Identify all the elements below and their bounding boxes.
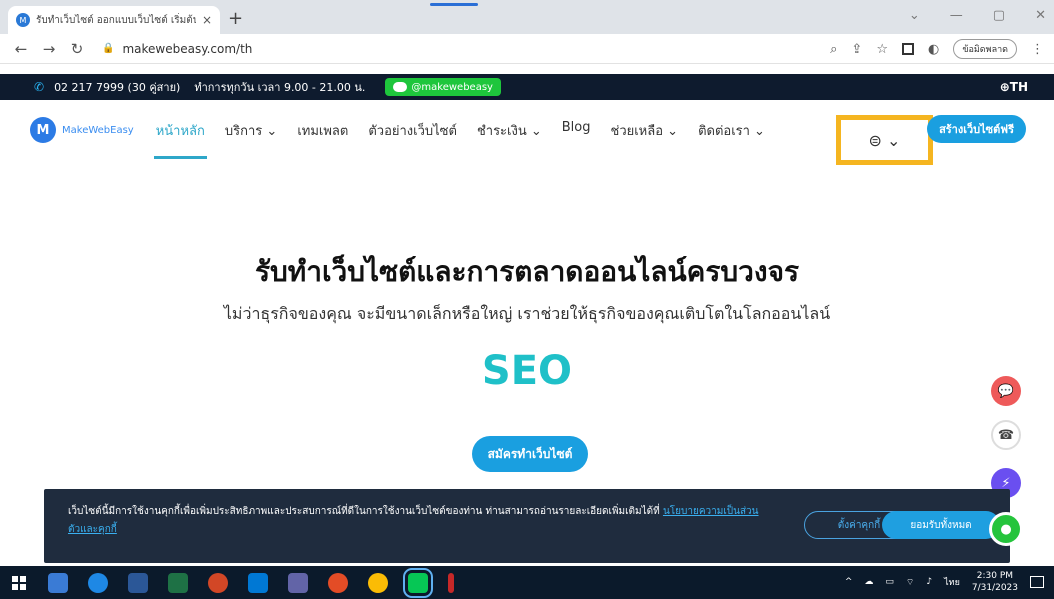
windows-start-icon[interactable]: [12, 575, 26, 590]
line-chat-float-icon[interactable]: ●: [989, 512, 1023, 546]
maximize-icon[interactable]: ▢: [993, 8, 1005, 23]
chrome-alt-icon[interactable]: [328, 572, 348, 593]
line-id: @makewebeasy: [411, 81, 493, 93]
cookie-consent-banner: เว็บไซต์นี้มีการใช้งานคุกกี้เพื่อเพิ่มปร…: [44, 489, 1010, 563]
chat-icon[interactable]: 💬: [991, 376, 1021, 406]
hero-highlight: SEO: [481, 348, 573, 394]
logo-mark-icon: M: [30, 117, 56, 143]
tray-chevron-icon[interactable]: ^: [845, 577, 853, 587]
back-arrow-icon[interactable]: ←: [14, 40, 28, 58]
browser-tab-bar: M รับทำเว็บไซต์ ออกแบบเว็บไซต์ เริ่มต้น …: [0, 0, 1054, 34]
wifi-icon[interactable]: ⌔: [906, 577, 914, 588]
teams-icon[interactable]: [288, 572, 308, 593]
phone-number[interactable]: 02 217 7999 (30 คู่สาย): [54, 78, 180, 96]
system-tray: ^ ☁ ▭ ⌔ ♪ ไทย 2:30 PM 7/31/2023: [845, 570, 1044, 594]
excel-icon[interactable]: [168, 572, 188, 593]
nav-item-templates[interactable]: เทมเพลต: [297, 120, 348, 141]
hero-subtitle: ไม่ว่าธุรกิจของคุณ จะมีขนาดเล็กหรือใหญ่ …: [223, 304, 831, 323]
user-account-icon: ⊜ ⌄: [868, 130, 901, 150]
cookie-message-text: เว็บไซต์นี้มีการใช้งานคุกกี้เพื่อเพิ่มปร…: [68, 506, 660, 517]
new-tab-button[interactable]: +: [228, 8, 243, 29]
bookmark-star-icon[interactable]: ☆: [876, 42, 888, 57]
create-website-free-button[interactable]: สร้างเว็บไซต์ฟรี: [927, 115, 1026, 143]
address-bar: ← → ↻ 🔒 makewebeasy.com/th ⌕ ⇪ ☆ ◐ ข้อมิ…: [0, 34, 1054, 64]
site-top-strip: ✆ 02 217 7999 (30 คู่สาย) ทำการทุกวัน เว…: [0, 74, 1054, 100]
windows-taskbar: ^ ☁ ▭ ⌔ ♪ ไทย 2:30 PM 7/31/2023: [0, 566, 1054, 599]
file-explorer-icon[interactable]: [48, 572, 68, 593]
signup-website-button[interactable]: สมัครทำเว็บไซต์: [472, 436, 588, 472]
nav-item-contact[interactable]: ติดต่อเรา ⌄: [698, 120, 765, 141]
accept-all-cookies-button[interactable]: ยอมรับทั้งหมด: [882, 511, 1000, 539]
tab-title: รับทำเว็บไซต์ ออกแบบเว็บไซต์ เริ่มต้น: [36, 14, 196, 26]
nav-item-blog[interactable]: Blog: [562, 120, 591, 141]
url-text: makewebeasy.com/th: [122, 41, 253, 56]
site-navigation: M MakeWebEasy หน้าหลัก บริการ ⌄ เทมเพลต …: [0, 100, 1054, 165]
battery-icon[interactable]: ▭: [885, 577, 894, 587]
language-switcher[interactable]: ⊕TH: [1000, 80, 1028, 94]
address-bar-actions: ⌕ ⇪ ☆ ◐ ข้อมิดพลาด ⋮: [830, 39, 1044, 59]
outlook-icon[interactable]: [248, 572, 268, 593]
phone-icon: ✆: [34, 80, 45, 94]
url-field[interactable]: 🔒 makewebeasy.com/th: [102, 42, 252, 56]
account-menu-button[interactable]: ⊜ ⌄: [836, 115, 933, 165]
taskbar-clock[interactable]: 2:30 PM 7/31/2023: [972, 570, 1018, 594]
input-language[interactable]: ไทย: [944, 575, 960, 589]
site-favicon-icon: M: [16, 13, 30, 27]
chrome-icon[interactable]: [368, 572, 388, 593]
clock-date: 7/31/2023: [971, 583, 1018, 593]
close-window-icon[interactable]: ✕: [1035, 8, 1046, 23]
powerpoint-icon[interactable]: [208, 572, 228, 593]
sidepanel-icon[interactable]: [901, 43, 914, 55]
lock-icon: 🔒: [102, 43, 115, 54]
share-icon[interactable]: ⇪: [851, 42, 862, 57]
business-hours: ทำการทุกวัน เวลา 9.00 - 21.00 น.: [194, 81, 366, 94]
line-chat-icon: [393, 82, 408, 92]
site-logo[interactable]: M MakeWebEasy: [30, 117, 134, 143]
edge-browser-icon[interactable]: [88, 572, 108, 593]
volume-icon[interactable]: ♪: [926, 577, 932, 587]
profile-button[interactable]: ข้อมิดพลาด: [953, 39, 1017, 59]
taskbar-apps: [48, 567, 454, 598]
line-app-icon[interactable]: [403, 567, 433, 598]
onedrive-icon[interactable]: ☁: [864, 577, 873, 587]
nav-item-pricing[interactable]: ชำระเงิน ⌄: [477, 120, 542, 141]
forward-arrow-icon[interactable]: →: [42, 40, 56, 58]
nav-item-home[interactable]: หน้าหลัก: [153, 120, 208, 159]
mobile-phone-icon[interactable]: ☎: [991, 420, 1021, 450]
extension-icon[interactable]: ◐: [928, 42, 939, 57]
app-pin-icon[interactable]: [448, 572, 454, 593]
nav-item-examples[interactable]: ตัวอย่างเว็บไซต์: [368, 120, 457, 141]
browser-tab[interactable]: M รับทำเว็บไซต์ ออกแบบเว็บไซต์ เริ่มต้น …: [8, 6, 220, 34]
clock-time: 2:30 PM: [976, 571, 1014, 581]
nav-menu: หน้าหลัก บริการ ⌄ เทมเพลต ตัวอย่างเว็บไซ…: [153, 120, 765, 159]
hero-title: รับทำเว็บไซต์และการตลาดออนไลน์ครบวงจร: [254, 255, 800, 288]
reload-icon[interactable]: ↻: [70, 40, 84, 58]
cookie-message: เว็บไซต์นี้มีการใช้งานคุกกี้เพื่อเพิ่มปร…: [68, 503, 768, 539]
notification-icon[interactable]: [1030, 576, 1044, 588]
browser-menu-icon[interactable]: ⋮: [1031, 42, 1044, 57]
minimize-icon[interactable]: —: [950, 8, 963, 23]
tab-drop-indicator: [430, 3, 478, 6]
nav-item-help[interactable]: ช่วยเหลือ ⌄: [611, 120, 679, 141]
nav-item-services[interactable]: บริการ ⌄: [225, 120, 277, 141]
word-icon[interactable]: [128, 572, 148, 593]
tab-search-icon[interactable]: ⌄: [909, 8, 920, 23]
zoom-icon[interactable]: ⌕: [830, 42, 837, 57]
close-tab-icon[interactable]: ×: [202, 13, 212, 27]
logo-text: MakeWebEasy: [62, 124, 134, 136]
line-contact-badge[interactable]: @makewebeasy: [385, 78, 501, 96]
window-controls: ⌄ — ▢ ✕: [909, 8, 1046, 23]
